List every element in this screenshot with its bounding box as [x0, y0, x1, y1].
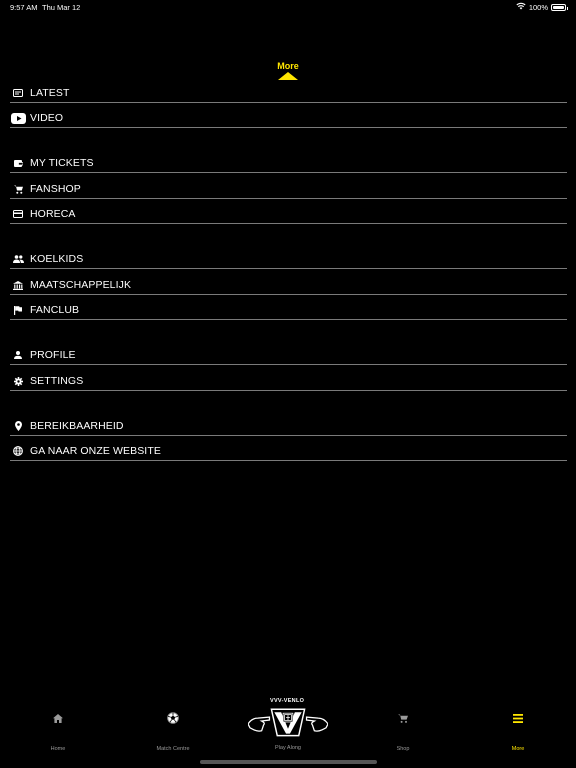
menu-label: FANSHOP	[30, 183, 81, 195]
cart-icon	[10, 183, 26, 195]
menu-label: MAATSCHAPPELIJK	[30, 279, 132, 291]
location-pin-icon	[10, 420, 26, 432]
globe-icon	[10, 445, 26, 457]
menu-label: GA NAAR ONZE WEBSITE	[30, 445, 161, 457]
menu-item-horeca[interactable]: HORECA	[10, 205, 567, 224]
menu-item-website[interactable]: GA NAAR ONZE WEBSITE	[10, 442, 567, 461]
battery-icon	[551, 3, 568, 11]
group-icon	[10, 253, 26, 265]
menu-item-fanshop[interactable]: FANSHOP	[10, 180, 567, 199]
tab-label: Shop	[396, 746, 410, 752]
logo-text: VVV-VENLO	[270, 698, 305, 704]
menu-icon	[478, 700, 558, 736]
menu-label: HORECA	[30, 208, 76, 220]
youtube-icon	[10, 112, 26, 124]
wallet-icon	[10, 157, 26, 169]
menu-label: BEREIKBAARHEID	[30, 420, 124, 432]
home-indicator	[200, 760, 377, 764]
menu-label: LATEST	[30, 87, 70, 99]
tab-label: Play Along	[275, 745, 301, 751]
status-time: 9:57 AM	[10, 3, 38, 12]
menu-item-bereikbaarheid[interactable]: BEREIKBAARHEID	[10, 417, 567, 436]
tab-label: More	[511, 746, 525, 752]
menu-label: FANCLUB	[30, 304, 80, 316]
tab-match-centre[interactable]: Match Centre	[133, 700, 213, 752]
battery-percent: 100%	[528, 2, 548, 12]
menu-item-profile[interactable]: PROFILE	[10, 346, 567, 365]
menu-item-koelkids[interactable]: KOELKIDS	[10, 250, 567, 269]
status-date: Thu Mar 12	[42, 3, 81, 12]
page-title: More	[277, 61, 299, 71]
soccer-ball-icon	[133, 700, 213, 736]
menu-item-fanclub[interactable]: FANCLUB	[10, 301, 567, 320]
more-header: More	[0, 61, 576, 80]
flag-icon	[10, 304, 26, 316]
tab-bar: Home Match Centre VVV-VENLO Play Along S…	[0, 698, 576, 768]
gear-icon	[10, 375, 26, 387]
person-icon	[10, 349, 26, 361]
menu-item-my-tickets[interactable]: MY TICKETS	[10, 154, 567, 173]
tab-play-along[interactable]: VVV-VENLO Play Along	[248, 698, 328, 751]
institution-icon	[10, 279, 26, 291]
menu-item-latest[interactable]: LATEST	[10, 84, 567, 103]
vvv-venlo-logo: VVV-VENLO	[248, 698, 328, 744]
status-right: 100%	[516, 2, 568, 12]
menu-label: SETTINGS	[30, 375, 84, 387]
tab-home[interactable]: Home	[18, 700, 98, 752]
tab-label: Home	[50, 746, 66, 752]
menu-item-video[interactable]: VIDEO	[10, 109, 567, 128]
tab-more[interactable]: More	[478, 700, 558, 752]
wifi-icon	[516, 2, 526, 12]
cart-icon	[363, 700, 443, 736]
menu-label: MY TICKETS	[30, 157, 94, 169]
home-icon	[18, 700, 98, 736]
status-bar: 9:57 AM Thu Mar 12 100%	[0, 0, 576, 16]
news-card-icon	[10, 87, 26, 99]
tab-shop[interactable]: Shop	[363, 700, 443, 752]
menu-item-settings[interactable]: SETTINGS	[10, 372, 567, 391]
menu-label: VIDEO	[30, 112, 64, 124]
menu-item-maatschappelijk[interactable]: MAATSCHAPPELIJK	[10, 276, 567, 295]
tab-label: Match Centre	[156, 746, 190, 752]
credit-card-icon	[10, 208, 26, 220]
menu-label: PROFILE	[30, 349, 76, 361]
arrow-up-icon	[278, 72, 298, 80]
menu-label: KOELKIDS	[30, 253, 84, 265]
